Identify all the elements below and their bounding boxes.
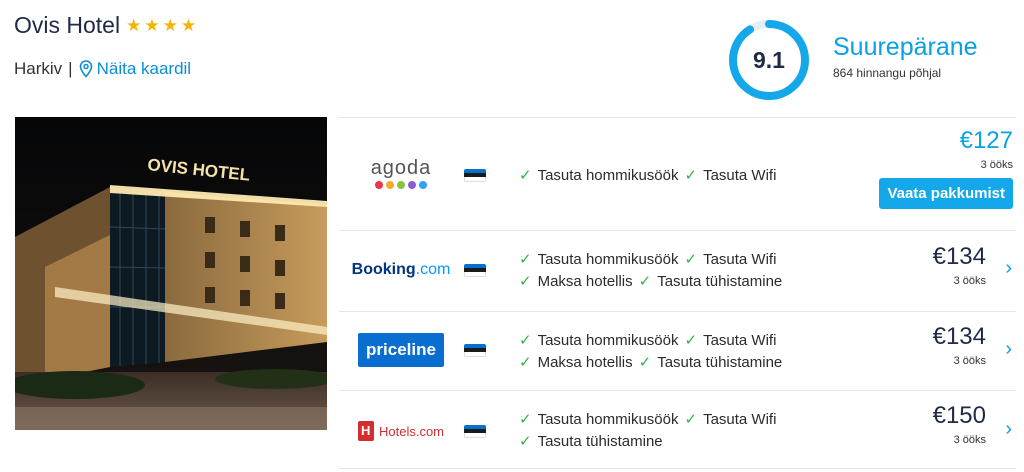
feature-item: ✓ Tasuta Wifi xyxy=(684,330,776,352)
check-icon: ✓ xyxy=(684,332,698,349)
check-icon: ✓ xyxy=(519,251,532,268)
feature-item: ✓ Tasuta hommikusöök xyxy=(519,249,678,271)
offer-nights: 3 ööks xyxy=(953,434,986,446)
city-name: Harkiv xyxy=(14,59,63,78)
hotelscom-logo: Hotels.com xyxy=(345,421,457,441)
offer-price: €134 xyxy=(932,323,986,350)
feature-item: ✓ Tasuta hommikusöök xyxy=(519,330,678,352)
feature-item: ✓ Tasuta hommikusöök xyxy=(519,409,678,431)
hotel-location: Harkiv | Näita kaardil xyxy=(14,59,191,79)
chevron-right-icon[interactable]: › xyxy=(1005,338,1012,361)
feature-item: ✓ Tasuta Wifi xyxy=(684,249,776,271)
check-icon: ✓ xyxy=(519,332,532,349)
offer-price-block: €150 3 ööks xyxy=(932,402,986,447)
feature-item: ✓ Maksa hotellis xyxy=(519,271,633,293)
rating-score: 9.1 xyxy=(753,46,785,73)
estonia-flag-icon xyxy=(464,169,486,182)
offer-nights: 3 ööks xyxy=(953,355,986,367)
separator: | xyxy=(68,59,73,78)
offer-row-booking[interactable]: Booking.com ✓ Tasuta hommikusöök ✓ Tasuta … xyxy=(339,230,1016,311)
check-icon: ✓ xyxy=(638,354,652,371)
rating-count: 864 hinnangu põhjal xyxy=(833,65,942,80)
offer-row-hotelscom[interactable]: Hotels.com ✓Tasuta hommikusöök ✓Tasuta W… xyxy=(339,390,1016,469)
check-icon: ✓ xyxy=(519,273,532,290)
star-icon: ★ xyxy=(126,16,142,35)
star-icon: ★ xyxy=(162,16,178,35)
star-icon: ★ xyxy=(144,16,160,35)
estonia-flag-icon xyxy=(464,425,486,438)
feature-item: ✓ Tasuta tühistamine xyxy=(639,271,783,293)
feature-item: ✓ Tasuta Wifi xyxy=(684,409,776,431)
check-icon: ✓ xyxy=(638,273,652,290)
offer-features: ✓ Tasuta hommikusöök ✓ Tasuta Wifi ✓ Tasuta… xyxy=(519,409,782,453)
estonia-flag-icon xyxy=(464,264,486,277)
offer-nights: 3 ööks xyxy=(953,275,986,287)
check-icon: ✓ xyxy=(684,167,698,184)
check-icon: ✓ xyxy=(519,354,532,371)
offer-price: €127 xyxy=(959,127,1013,154)
booking-logo: Booking.com xyxy=(351,261,451,278)
map-link-label: Näita kaardil xyxy=(96,59,192,78)
feature-item: ✓ Maksa hotellis xyxy=(519,352,633,374)
offer-price-block: €134 3 ööks xyxy=(932,323,986,368)
feature-item: ✓ Tasuta Wifi xyxy=(684,165,776,187)
agoda-dots-icon xyxy=(371,181,432,189)
feature-item: ✓ Tasuta tühistamine xyxy=(639,352,783,374)
hotel-title: Ovis Hotel ★ ★ ★ ★ xyxy=(14,12,196,39)
hotelscom-icon xyxy=(357,421,374,441)
hotel-name: Ovis Hotel xyxy=(14,12,121,38)
offer-row-priceline[interactable]: priceline ✓ Tasuta hommikusöök ✓ Tasuta Wi… xyxy=(339,311,1016,390)
offer-features: ✓ Tasuta hommikusöök ✓ Tasuta Wifi ✓ Maksa … xyxy=(519,249,788,293)
star-icon: ★ xyxy=(180,16,197,35)
offer-price-block: €127 3 ööks Vaata pakkumist xyxy=(879,129,1013,209)
check-icon: ✓ xyxy=(684,411,698,428)
agoda-wordmark: agoda xyxy=(370,157,432,179)
check-icon: ✓ xyxy=(519,167,532,184)
hotel-photo[interactable]: OVIS HOTEL xyxy=(15,117,327,430)
check-icon: ✓ xyxy=(519,411,532,428)
rating-badge: 9.1 xyxy=(727,18,811,102)
offer-features: ✓ Tasuta hommikusöök ✓ Tasuta Wifi ✓ Maksa … xyxy=(519,330,788,374)
agoda-logo: agoda xyxy=(345,158,457,189)
rating-summary: Suurepärane 864 hinnangu põhjal xyxy=(833,33,978,80)
feature-item: ✓ Tasuta hommikusöök xyxy=(519,165,678,187)
offer-price: €150 xyxy=(932,402,986,429)
hotel-image: OVIS HOTEL xyxy=(15,117,327,430)
offer-features: ✓ Tasuta hommikusöök ✓ Tasuta Wifi xyxy=(519,165,782,187)
view-deal-button[interactable]: Vaata pakkumist xyxy=(879,178,1013,209)
show-on-map-link[interactable]: Näita kaardil xyxy=(79,59,192,79)
estonia-flag-icon xyxy=(464,344,486,357)
offers-list: agoda ✓ Tasuta hommikusöök ✓ Tasuta Wifi €… xyxy=(339,117,1016,469)
chevron-right-icon[interactable]: › xyxy=(1005,257,1012,280)
check-icon: ✓ xyxy=(684,251,698,268)
star-rating: ★ ★ ★ ★ xyxy=(126,17,196,34)
check-icon: ✓ xyxy=(519,433,532,450)
priceline-logo: priceline xyxy=(345,333,457,367)
offer-price-block: €134 3 ööks xyxy=(932,243,986,288)
rating-label: Suurepärane xyxy=(833,33,978,61)
offer-row-agoda[interactable]: agoda ✓ Tasuta hommikusöök ✓ Tasuta Wifi €… xyxy=(339,117,1016,230)
chevron-right-icon[interactable]: › xyxy=(1005,418,1012,441)
feature-item: ✓ Tasuta tühistamine xyxy=(519,431,663,453)
offer-price: €134 xyxy=(932,243,986,270)
offer-nights: 3 ööks xyxy=(980,159,1013,171)
map-pin-icon xyxy=(79,60,92,78)
